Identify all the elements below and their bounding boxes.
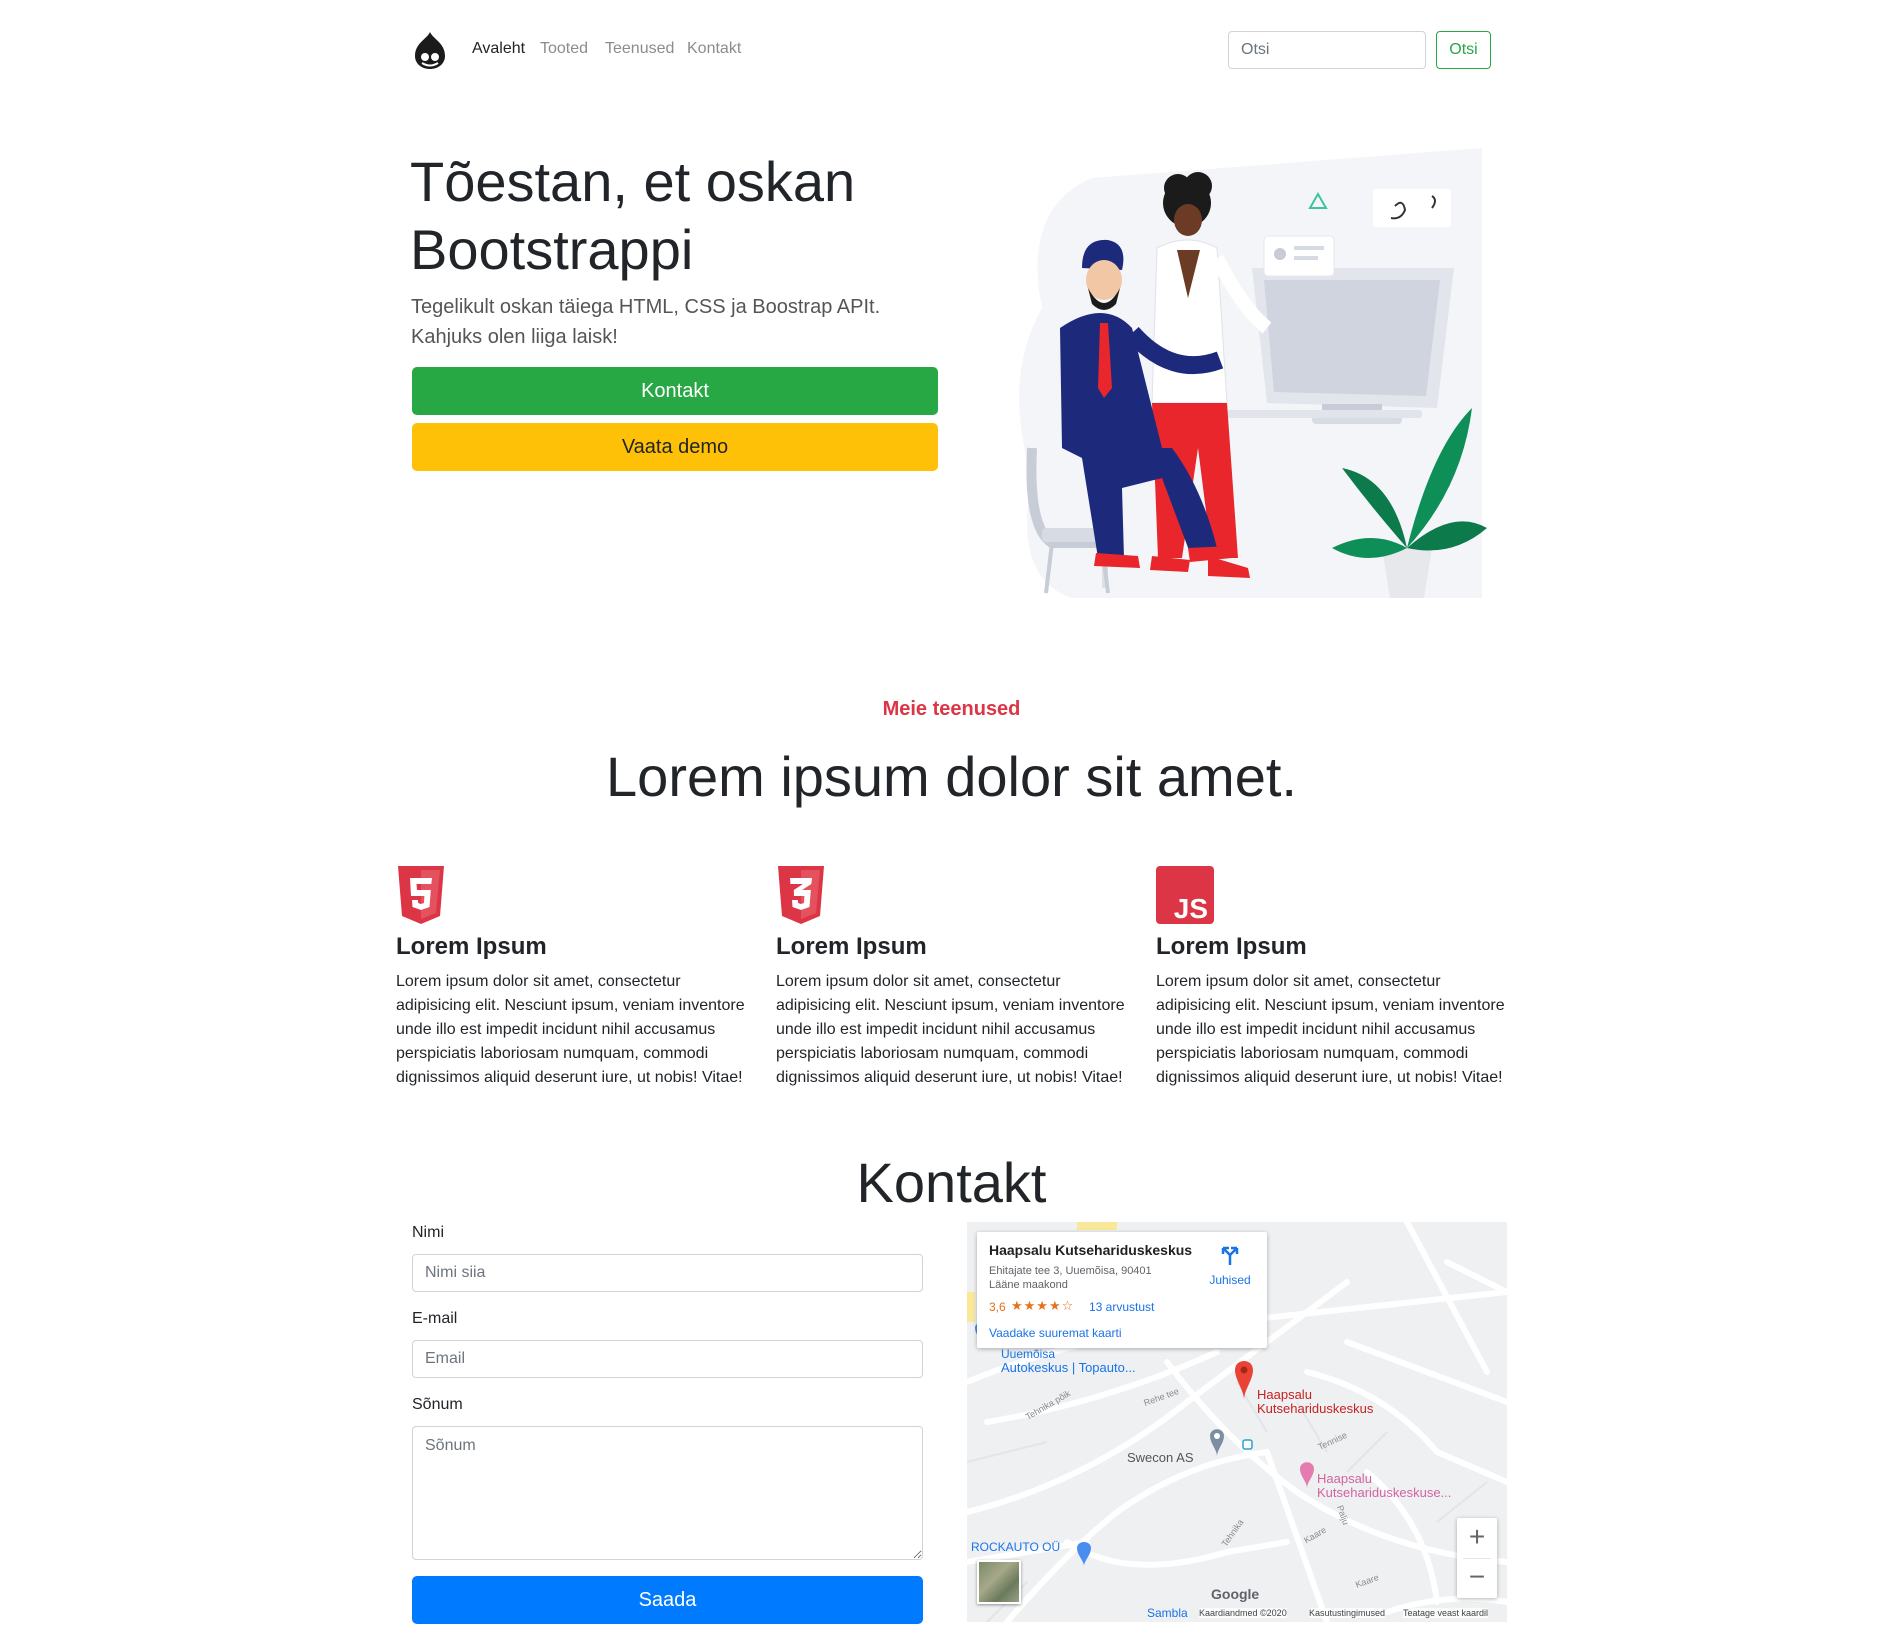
feature-title: Lorem Ipsum <box>396 933 547 960</box>
pin-label-line: Kutsehariduskeskus <box>1257 1401 1374 1416</box>
directions-button[interactable]: Juhised <box>1205 1244 1255 1287</box>
name-input[interactable] <box>412 1254 923 1292</box>
map-footer: Sambla Kaardiandmed ©2020 Kasutustingimu… <box>967 1606 1507 1622</box>
name-label: Nimi <box>412 1224 444 1241</box>
feature-text: Lorem ipsum dolor sit amet, consectetur … <box>776 973 1125 1086</box>
search-button[interactable]: Otsi <box>1436 31 1491 69</box>
directions-icon <box>1221 1246 1239 1265</box>
services-title: Lorem ipsum dolor sit amet. <box>606 745 1297 808</box>
place-info-card: Haapsalu Kutsehariduskeskus Ehitajate te… <box>977 1232 1267 1348</box>
zoom-controls: + − <box>1457 1518 1497 1598</box>
poi-label-line: Haapsalu <box>1317 1471 1372 1486</box>
larger-map-link[interactable]: Vaadake suuremat kaarti <box>989 1326 1122 1340</box>
place-name: Haapsalu Kutsehariduskeskus <box>989 1242 1193 1258</box>
google-logo: Google <box>1211 1586 1260 1602</box>
contact-button[interactable]: Kontakt <box>412 367 938 415</box>
feature-text: Lorem ipsum dolor sit amet, consectetur … <box>1156 973 1505 1086</box>
poi-label[interactable]: Swecon AS <box>1127 1450 1194 1465</box>
nav-link-teenused[interactable]: Teenused <box>605 40 674 58</box>
office-illustration <box>1019 148 1487 598</box>
drupal-logo[interactable] <box>413 31 447 71</box>
zoom-out-button[interactable]: − <box>1457 1558 1497 1598</box>
message-label: Sõnum <box>412 1396 463 1413</box>
poi-label-line: Kutsehariduskeskuse... <box>1317 1485 1452 1500</box>
feature-text: Lorem ipsum dolor sit amet, consectetur … <box>396 973 745 1086</box>
terms-link[interactable]: Kasutustingimused <box>1309 1608 1386 1618</box>
feature-card: Lorem Ipsum Lorem ipsum dolor sit amet, … <box>396 866 752 1090</box>
css3-icon <box>778 866 824 924</box>
place-rating: 3,6 <box>989 1300 1006 1314</box>
place-address: Ehitajate tee 3, Uuemõisa, 90401 Lääne m… <box>989 1264 1179 1292</box>
email-label: E-mail <box>412 1310 458 1327</box>
pin-label-line: Haapsalu <box>1257 1387 1312 1402</box>
sambla-label: Sambla <box>1147 1606 1188 1620</box>
feature-card: JS Lorem Ipsum Lorem ipsum dolor sit ame… <box>1156 866 1512 1090</box>
poi-label[interactable]: ROCKAUTO OÜ <box>971 1540 1060 1554</box>
google-map[interactable]: Haapsalu Kutsehariduskeskus Ehitajate te… <box>967 1222 1507 1622</box>
directions-label: Juhised <box>1209 1273 1251 1287</box>
html5-icon <box>398 866 444 924</box>
demo-button[interactable]: Vaata demo <box>412 423 938 471</box>
rating-stars-icon: ★★★★☆ <box>1011 1298 1075 1313</box>
map-data-credit: Kaardiandmed ©2020 <box>1199 1608 1287 1618</box>
hero-title: Tõestan, et oskan Bootstrappi <box>410 150 856 281</box>
place-address-line: Ehitajate tee 3, Uuemõisa, 90401 <box>989 1265 1152 1277</box>
email-input[interactable] <box>412 1340 923 1378</box>
main-pin-label[interactable]: Haapsalu Kutsehariduskeskus <box>1257 1388 1373 1416</box>
search-input[interactable] <box>1228 31 1426 69</box>
svg-text:JS: JS <box>1174 893 1208 924</box>
nav-link-avaleht[interactable]: Avaleht <box>472 40 525 58</box>
poi-label[interactable]: Haapsalu Kutsehariduskeskuse... <box>1317 1472 1451 1500</box>
services-eyebrow: Meie teenused <box>882 698 1021 720</box>
poi-label[interactable]: Autokeskus | Topauto... <box>1001 1360 1136 1375</box>
message-textarea[interactable] <box>412 1426 923 1560</box>
feature-title: Lorem Ipsum <box>1156 933 1307 960</box>
feature-title: Lorem Ipsum <box>776 933 927 960</box>
submit-button[interactable]: Saada <box>412 1576 923 1624</box>
satellite-toggle[interactable] <box>977 1560 1021 1604</box>
nav-link-tooted[interactable]: Tooted <box>540 40 588 58</box>
zoom-in-button[interactable]: + <box>1457 1518 1497 1558</box>
feature-card: Lorem Ipsum Lorem ipsum dolor sit amet, … <box>776 866 1132 1090</box>
nav-link-kontakt[interactable]: Kontakt <box>687 40 741 58</box>
contact-title: Kontakt <box>856 1151 1047 1214</box>
place-address-line: Lääne maakond <box>989 1279 1068 1291</box>
hero-subtitle: Tegelikult oskan täiega HTML, CSS ja Boo… <box>411 296 881 348</box>
javascript-icon: JS <box>1156 866 1214 924</box>
poi-label[interactable]: Uuemõisa <box>1001 1348 1055 1360</box>
report-error-link[interactable]: Teatage veast kaardil <box>1403 1608 1489 1618</box>
reviews-link[interactable]: 13 arvustust <box>1089 1300 1154 1314</box>
